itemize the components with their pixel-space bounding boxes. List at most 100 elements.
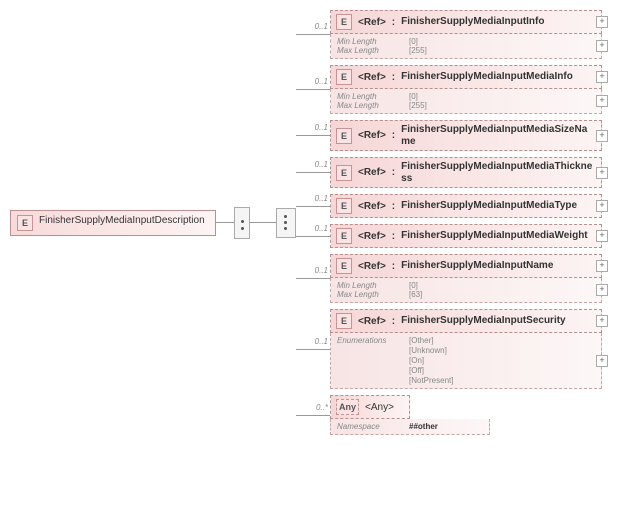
expand-icon[interactable]: +	[596, 71, 608, 83]
ref-label: <Ref>	[358, 17, 386, 28]
facet-key: Max Length	[337, 101, 399, 110]
colon: :	[392, 72, 395, 83]
children-container: 0..1E<Ref>:FinisherSupplyMediaInputInfo+…	[296, 10, 602, 435]
expand-icon[interactable]: +	[596, 167, 608, 179]
facet-key: Min Length	[337, 281, 399, 290]
child-element: E<Ref>:FinisherSupplyMediaInputMediaThic…	[330, 157, 602, 188]
child-element-wrap: E<Ref>:FinisherSupplyMediaInputMediaWeig…	[330, 224, 602, 248]
child-element-wrap: E <Ref>: FinisherSupplyMediaInputMediaInfo…	[330, 65, 602, 114]
child-element: E<Ref>:FinisherSupplyMediaInputMediaWeig…	[330, 224, 602, 248]
branch-connector: 0..*	[296, 415, 330, 416]
occurrence-label: 0..1	[315, 266, 328, 275]
enum-value: [Other]	[409, 336, 453, 345]
expand-icon[interactable]: +	[596, 315, 608, 327]
element-badge: E	[336, 165, 352, 181]
type-name: FinisherSupplyMediaInputInfo	[401, 16, 544, 28]
facet-value: [0]	[409, 281, 418, 290]
child-element: E<Ref>:FinisherSupplyMediaInputMediaType…	[330, 194, 602, 218]
facet-value: [0]	[409, 92, 418, 101]
facets-box: Min Length[0]Max Length[63]+	[330, 278, 602, 303]
child-row: 0..1E<Ref>:FinisherSupplyMediaInputInfo+…	[296, 10, 602, 59]
type-name: FinisherSupplyMediaInputMediaThickness	[401, 161, 596, 184]
child-row: 0..1E<Ref>:FinisherSupplyMediaInputMedia…	[296, 194, 602, 218]
colon: :	[392, 231, 395, 242]
occurrence-label: 0..1	[315, 224, 328, 233]
type-name: FinisherSupplyMediaInputSecurity	[401, 315, 565, 327]
child-element: E <Ref>: FinisherSupplyMediaInputMediaInfo…	[330, 65, 602, 89]
type-name: FinisherSupplyMediaInputMediaWeight	[401, 230, 588, 242]
expand-icon[interactable]: +	[596, 40, 608, 52]
facet-key: Min Length	[337, 92, 399, 101]
facet-key: Enumerations	[337, 336, 399, 385]
ref-label: <Ref>	[358, 72, 386, 83]
child-element: E<Ref>:FinisherSupplyMediaInputMediaSize…	[330, 120, 602, 151]
facets-box: Enumerations[Other][Unknown][On][Off][No…	[330, 333, 602, 389]
child-element: E<Ref>:FinisherSupplyMediaInputInfo+	[330, 10, 602, 34]
colon: :	[392, 130, 395, 141]
expand-icon[interactable]: +	[596, 200, 608, 212]
branch-connector: 0..1	[296, 236, 330, 237]
occurrence-label: 0..1	[315, 337, 328, 346]
child-element-wrap: E<Ref>:FinisherSupplyMediaInputMediaThic…	[330, 157, 602, 188]
expand-icon[interactable]: +	[596, 284, 608, 296]
child-row-any: 0..*Any<Any>Namespace##other	[296, 395, 602, 435]
occurrence-label: 0..1	[315, 160, 328, 169]
child-row: 0..1E<Ref>:FinisherSupplyMediaInputMedia…	[296, 120, 602, 151]
expand-icon[interactable]: +	[596, 230, 608, 242]
branch-connector: 0..1	[296, 278, 330, 279]
occurrence-label: 0..1	[315, 77, 328, 86]
element-badge: E	[336, 258, 352, 274]
occurrence-label: 0..1	[315, 123, 328, 132]
branch-connector: 0..1	[296, 89, 330, 90]
expand-icon[interactable]: +	[596, 16, 608, 28]
expand-icon[interactable]: +	[596, 355, 608, 367]
branch-connector: 0..1	[296, 206, 330, 207]
expand-icon[interactable]: +	[596, 130, 608, 142]
facet-value: [63]	[409, 290, 422, 299]
facets-box: Min Length[0]Max Length[255]+	[330, 89, 602, 114]
type-name: FinisherSupplyMediaInputMediaSizeName	[401, 124, 596, 147]
child-row: 0..1 E <Ref>: FinisherSupplyMediaInputMedia…	[296, 65, 602, 114]
facets-box: Min Length[0]Max Length[255]+	[330, 34, 602, 59]
type-name: FinisherSupplyMediaInputMediaType	[401, 200, 577, 212]
type-name: FinisherSupplyMediaInputMediaInfo	[401, 71, 573, 83]
ref-label: <Ref>	[358, 130, 386, 141]
facet-value: ##other	[409, 422, 438, 431]
expand-icon[interactable]: +	[596, 95, 608, 107]
any-element: Any<Any>	[330, 395, 410, 419]
element-badge: E	[17, 215, 33, 231]
element-badge: E	[336, 69, 352, 85]
connector	[216, 222, 234, 223]
element-badge: E	[336, 198, 352, 214]
child-element-wrap: E<Ref>:FinisherSupplyMediaInputMediaType…	[330, 194, 602, 218]
child-element-wrap: E<Ref>:FinisherSupplyMediaInputName+Min …	[330, 254, 602, 303]
occurrence-label: 0..1	[315, 22, 328, 31]
ref-label: <Ref>	[358, 316, 386, 327]
facet-value: [0]	[409, 37, 418, 46]
schema-diagram: E FinisherSupplyMediaInputDescription 0.…	[10, 10, 618, 435]
child-element-wrap: Any<Any>Namespace##other	[330, 395, 490, 435]
facet-key: Max Length	[337, 290, 399, 299]
colon: :	[392, 261, 395, 272]
facet-value: [255]	[409, 46, 427, 55]
colon: :	[392, 316, 395, 327]
facet-value: [255]	[409, 101, 427, 110]
child-element-wrap: E<Ref>:FinisherSupplyMediaInputSecurity+…	[330, 309, 602, 389]
facets-box: Namespace##other	[330, 419, 490, 435]
child-element-wrap: E<Ref>:FinisherSupplyMediaInputMediaSize…	[330, 120, 602, 151]
ref-label: <Ref>	[358, 231, 386, 242]
child-row: 0..1E<Ref>:FinisherSupplyMediaInputMedia…	[296, 224, 602, 248]
facet-key: Max Length	[337, 46, 399, 55]
ref-label: <Ref>	[358, 201, 386, 212]
child-row: 0..1E<Ref>:FinisherSupplyMediaInputSecur…	[296, 309, 602, 389]
colon: :	[392, 17, 395, 28]
element-badge: E	[336, 14, 352, 30]
root-element: E FinisherSupplyMediaInputDescription	[10, 210, 216, 236]
choice-compositor	[276, 208, 296, 238]
child-row: 0..1E<Ref>:FinisherSupplyMediaInputMedia…	[296, 157, 602, 188]
child-element: E<Ref>:FinisherSupplyMediaInputSecurity+	[330, 309, 602, 333]
child-row: 0..1E<Ref>:FinisherSupplyMediaInputName+…	[296, 254, 602, 303]
enum-value: [Unknown]	[409, 346, 453, 355]
sequence-compositor	[234, 207, 250, 239]
expand-icon[interactable]: +	[596, 260, 608, 272]
